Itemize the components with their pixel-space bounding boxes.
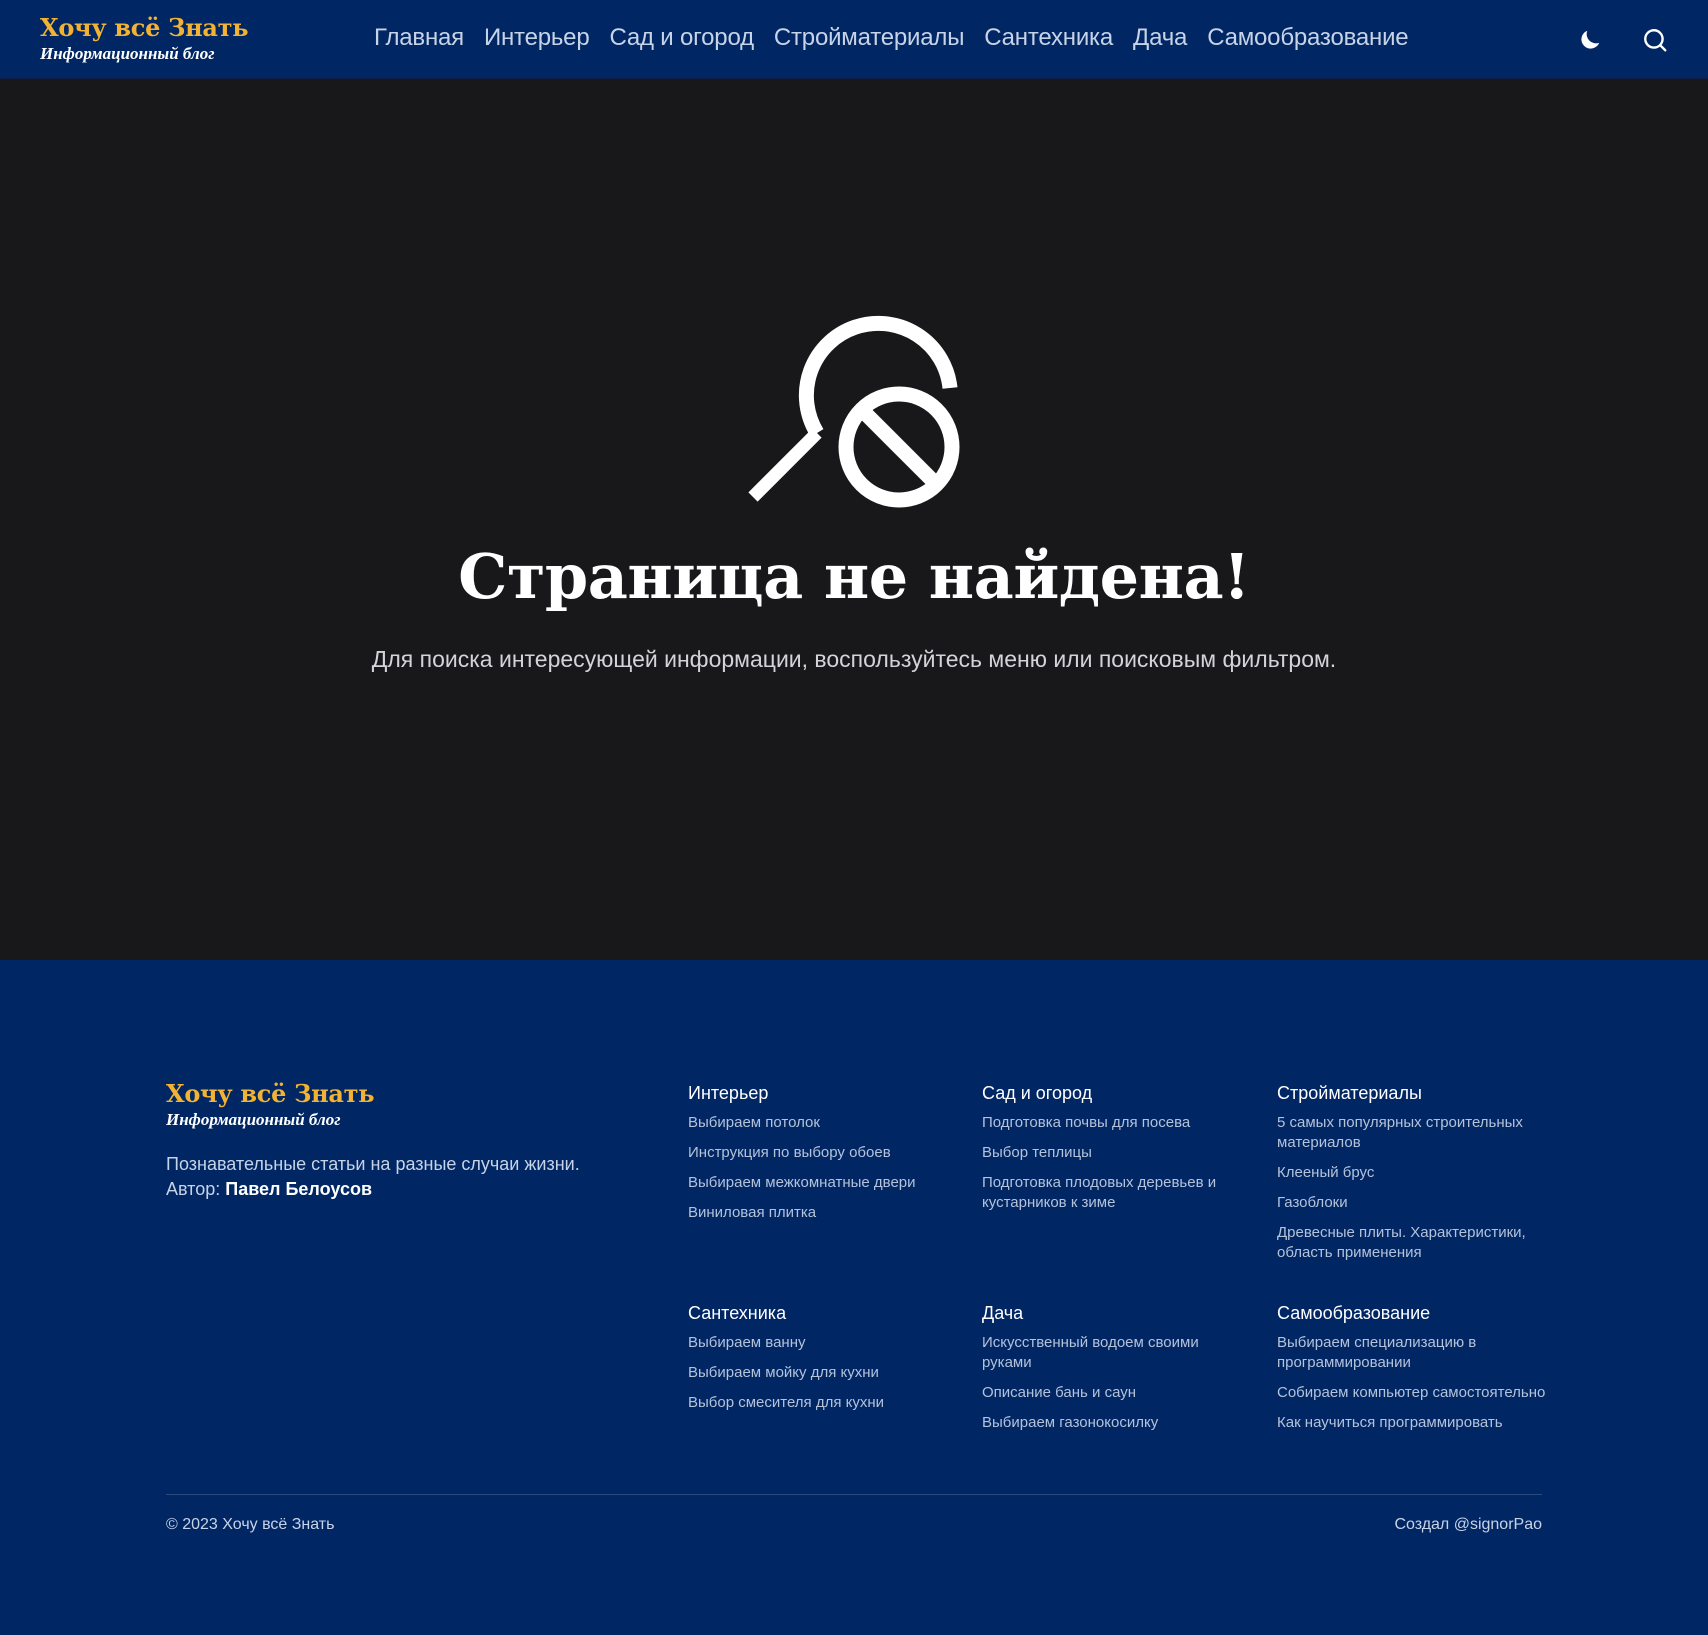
footer-link[interactable]: Выбор смесителя для кухни: [688, 1393, 958, 1413]
footer-link[interactable]: Подготовка плодовых деревьев и кустарник…: [982, 1173, 1252, 1213]
footer-col-title[interactable]: Сад и огород: [982, 1082, 1252, 1104]
logo-title[interactable]: Хочу всё Знать: [40, 14, 249, 42]
search-icon: [1644, 29, 1667, 52]
footer-brand: Хочу всё Знать Информационный блог Позна…: [166, 1080, 626, 1202]
search-blocked-icon: [748, 315, 960, 508]
footer-link[interactable]: Подготовка почвы для посева: [982, 1113, 1252, 1133]
footer-link[interactable]: Газоблоки: [1277, 1193, 1547, 1213]
theme-toggle-button[interactable]: [1574, 24, 1606, 56]
footer-logo-title[interactable]: Хочу всё Знать: [166, 1080, 626, 1108]
footer-col-title[interactable]: Стройматериалы: [1277, 1082, 1547, 1104]
footer-link[interactable]: Выбираем газонокосилку: [982, 1413, 1252, 1433]
footer-link[interactable]: Искусственный водоем своими руками: [982, 1333, 1252, 1373]
footer-author-label: Автор:: [166, 1179, 221, 1199]
search-button[interactable]: [1639, 24, 1671, 56]
nav-item-dacha[interactable]: Дача: [1133, 24, 1187, 52]
footer-link[interactable]: Клееный брус: [1277, 1163, 1547, 1183]
moon-icon: [1581, 30, 1600, 49]
footer-col-title[interactable]: Самообразование: [1277, 1302, 1547, 1324]
nav-item-self-education[interactable]: Самообразование: [1207, 24, 1408, 52]
footer-link[interactable]: Выбираем специализацию в программировани…: [1277, 1333, 1547, 1373]
logo-subtitle: Информационный блог: [40, 44, 215, 63]
footer-col-title[interactable]: Интерьер: [688, 1082, 958, 1104]
footer-col-materials: Стройматериалы 5 самых популярных строит…: [1277, 1082, 1547, 1273]
footer-link[interactable]: Инструкция по выбору обоев: [688, 1143, 958, 1163]
footer-link[interactable]: Описание бань и саун: [982, 1383, 1252, 1403]
site-logo[interactable]: Хочу всё Знать Информационный блог: [40, 14, 249, 64]
footer-link[interactable]: Как научиться программировать: [1277, 1413, 1547, 1433]
footer-link[interactable]: Выбираем ванну: [688, 1333, 958, 1353]
nav-item-plumbing[interactable]: Сантехника: [984, 24, 1113, 52]
footer-description: Познавательные статьи на разные случаи ж…: [166, 1152, 626, 1202]
footer-link[interactable]: Древесные плиты. Характеристики, область…: [1277, 1223, 1547, 1263]
footer-link[interactable]: Выбираем мойку для кухни: [688, 1363, 958, 1383]
footer-col-dacha: Дача Искусственный водоем своими руками …: [982, 1302, 1252, 1443]
footer-divider: [166, 1494, 1542, 1495]
footer-logo-subtitle: Информационный блог: [166, 1110, 341, 1129]
footer-col-title[interactable]: Дача: [982, 1302, 1252, 1324]
footer-link[interactable]: Выбираем межкомнатные двери: [688, 1173, 958, 1193]
nav-item-garden[interactable]: Сад и огород: [609, 24, 754, 52]
footer-author: Автор: Павел Белоусов: [166, 1177, 626, 1202]
footer-description-text: Познавательные статьи на разные случаи ж…: [166, 1154, 580, 1174]
nav-item-materials[interactable]: Стройматериалы: [774, 24, 965, 52]
footer-link[interactable]: Выбираем потолок: [688, 1113, 958, 1133]
not-found-section: Страница не найдена! Для поиска интересу…: [0, 80, 1708, 960]
footer-col-garden: Сад и огород Подготовка почвы для посева…: [982, 1082, 1252, 1223]
footer-copyright: © 2023 Хочу всё Знать: [166, 1516, 335, 1533]
site-footer: Хочу всё Знать Информационный блог Позна…: [0, 960, 1708, 1635]
footer-credit[interactable]: Создал @signorPao: [1394, 1516, 1542, 1534]
main-nav: Главная Интерьер Сад и огород Стройматер…: [374, 20, 1409, 56]
nav-item-home[interactable]: Главная: [374, 24, 464, 52]
footer-col-self-education: Самообразование Выбираем специализацию в…: [1277, 1302, 1547, 1443]
page-title: Страница не найдена!: [458, 540, 1250, 613]
footer-link[interactable]: Виниловая плитка: [688, 1203, 958, 1223]
footer-col-title[interactable]: Сантехника: [688, 1302, 958, 1324]
nav-item-interior[interactable]: Интерьер: [484, 24, 590, 52]
footer-link[interactable]: 5 самых популярных строительных материал…: [1277, 1113, 1547, 1153]
not-found-message: Для поиска интересующей информации, восп…: [371, 646, 1337, 672]
footer-author-name[interactable]: Павел Белоусов: [225, 1179, 372, 1199]
footer-link[interactable]: Собираем компьютер самостоятельно: [1277, 1383, 1547, 1403]
footer-col-interior: Интерьер Выбираем потолок Инструкция по …: [688, 1082, 958, 1233]
site-header: Хочу всё Знать Информационный блог Главн…: [0, 0, 1708, 79]
footer-col-plumbing: Сантехника Выбираем ванну Выбираем мойку…: [688, 1302, 958, 1423]
footer-link[interactable]: Выбор теплицы: [982, 1143, 1252, 1163]
